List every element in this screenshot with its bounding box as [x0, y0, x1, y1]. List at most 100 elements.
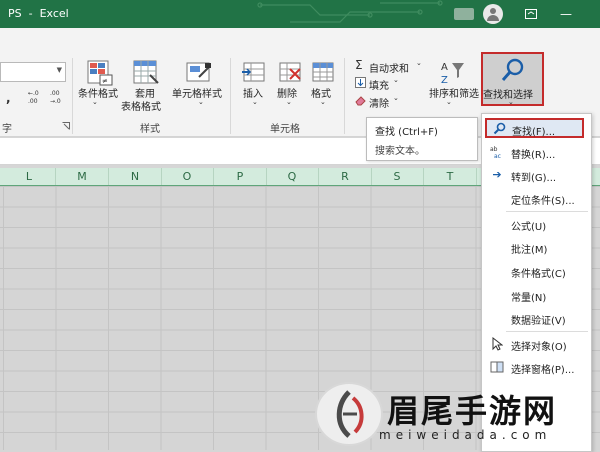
svg-text:.00: .00 [28, 98, 38, 104]
column-header[interactable]: S [371, 168, 424, 185]
column-header[interactable]: R [319, 168, 372, 185]
chevron-down-icon: ⌄ [198, 98, 204, 106]
column-header[interactable]: M [56, 168, 109, 185]
fill-down-icon [355, 77, 366, 88]
menu-item-label: 替换(R)... [511, 150, 556, 161]
menu-item-label: 公式(U) [511, 222, 547, 233]
chevron-down-icon: ⌄ [446, 98, 452, 106]
arrow-right-icon: ➔ [492, 168, 502, 181]
font-size-dropdown[interactable]: ▼ [0, 62, 66, 82]
chevron-down-icon: ⌄ [252, 98, 258, 106]
menu-item-label: 批注(M) [511, 245, 548, 256]
menu-item-label: 常量(N) [511, 293, 547, 304]
user-name-blurred [454, 8, 474, 20]
search-icon [492, 122, 506, 136]
title-bar: PS - Excel — [0, 0, 600, 28]
menu-item-label: 条件格式(C) [511, 269, 566, 280]
chevron-down-icon: ⌄ [416, 59, 422, 67]
sigma-icon: Σ [355, 58, 363, 72]
replace-icon: ab ac [490, 145, 504, 160]
watermark: 眉尾手游网 meiweidada.com [315, 378, 600, 450]
cursor-icon [490, 336, 504, 351]
increase-decimal-icon[interactable]: ←.0 .00 [28, 88, 44, 104]
cell-styles-icon [186, 62, 211, 82]
menu-separator [506, 331, 588, 332]
menu-item-selection-pane[interactable]: 选择窗格(P)... [483, 356, 587, 378]
sort-filter-icon: A Z [441, 62, 464, 86]
menu-item-goto[interactable]: ➔ 转到(G)... [483, 164, 587, 186]
menu-item-label: 查找(F)... [512, 127, 556, 138]
menu-item-formulas[interactable]: 公式(U) [483, 213, 587, 235]
svg-text:≠: ≠ [102, 77, 108, 85]
insert-cells-icon [242, 62, 265, 82]
chevron-down-icon: ⌄ [286, 98, 292, 106]
svg-text:ab: ab [490, 146, 498, 153]
fill-button[interactable]: 填充 [369, 77, 389, 92]
cell-styles-button[interactable]: 单元格样式 [172, 85, 222, 100]
svg-text:←.0: ←.0 [28, 90, 39, 97]
menu-item-label: 数据验证(V) [511, 316, 566, 327]
ribbon-display-icon[interactable] [515, 0, 547, 28]
chevron-down-icon: ⌄ [320, 98, 326, 106]
svg-text:A: A [441, 62, 448, 73]
chevron-down-icon: ⌄ [393, 94, 399, 102]
menu-separator [506, 211, 588, 212]
circuit-pattern-decoration [257, 0, 443, 23]
comma-style-button[interactable]: , [6, 91, 11, 105]
column-header[interactable]: O [161, 168, 214, 185]
watermark-logo-icon [315, 382, 383, 446]
chevron-down-icon: ⌄ [508, 98, 514, 106]
eraser-icon [355, 96, 366, 106]
column-header[interactable]: N [109, 168, 162, 185]
format-as-table-button[interactable]: 表格格式 [121, 98, 161, 113]
menu-item-conditional-format[interactable]: 条件格式(C) [483, 260, 587, 282]
avatar-icon[interactable] [483, 4, 503, 24]
format-cells-icon [312, 62, 334, 82]
svg-text:.00: .00 [50, 90, 60, 97]
menu-item-label: 选择窗格(P)... [511, 365, 575, 376]
window-title: PS - Excel [8, 7, 69, 20]
chevron-down-icon: ⌄ [393, 76, 399, 84]
decrease-decimal-icon[interactable]: .00 →.0 [50, 88, 66, 104]
menu-item-select-objects[interactable]: 选择对象(O) [483, 333, 587, 355]
menu-item-find[interactable]: 查找(F)... [485, 118, 584, 138]
conditional-format-button[interactable]: 条件格式 [78, 85, 118, 100]
number-group-label: 字 [2, 124, 12, 135]
menu-item-label: 定位条件(S)... [511, 196, 575, 207]
column-header[interactable]: P [214, 168, 267, 185]
dialog-launcher-icon[interactable] [62, 122, 70, 130]
column-header[interactable]: Q [266, 168, 319, 185]
column-header[interactable]: L [3, 168, 56, 185]
watermark-text: 眉尾手游网 [387, 392, 558, 430]
autosum-button[interactable]: 自动求和 [369, 60, 409, 75]
column-header[interactable]: T [424, 168, 477, 185]
menu-item-data-validation[interactable]: 数据验证(V) [483, 307, 587, 329]
search-icon [501, 58, 524, 81]
menu-item-replace[interactable]: ab ac 替换(R)... [483, 141, 587, 163]
menu-item-constants[interactable]: 常量(N) [483, 284, 587, 306]
group-separator [344, 58, 345, 134]
tooltip-description: 搜索文本。 [375, 146, 425, 157]
menu-item-comments[interactable]: 批注(M) [483, 236, 587, 258]
tooltip-title: 查找 (Ctrl+F) [375, 127, 438, 138]
close-button[interactable] [580, 0, 600, 28]
menu-item-goto-special[interactable]: 定位条件(S)... [483, 187, 587, 209]
watermark-url: meiweidada.com [379, 428, 552, 442]
svg-text:→.0: →.0 [50, 98, 61, 104]
format-as-table-icon [133, 60, 159, 84]
menu-item-label: 选择对象(O) [511, 342, 567, 353]
menu-item-label: 转到(G)... [511, 173, 557, 184]
sort-filter-button[interactable]: 排序和筛选 [429, 85, 479, 100]
delete-cells-icon [279, 62, 301, 82]
clear-button[interactable]: 清除 [369, 95, 389, 110]
conditional-format-icon: ≠ [87, 60, 113, 86]
chevron-down-icon: ▼ [56, 66, 62, 74]
styles-group-label: 样式 [140, 124, 160, 135]
find-select-button[interactable]: 查找和选择 ⌄ [481, 52, 544, 106]
cells-group-label: 单元格 [270, 124, 300, 135]
find-tooltip: 查找 (Ctrl+F) 搜索文本。 [366, 117, 478, 161]
group-separator [230, 58, 231, 134]
minimize-button[interactable]: — [550, 0, 582, 28]
svg-text:ac: ac [494, 153, 501, 159]
chevron-down-icon: ⌄ [92, 98, 98, 106]
